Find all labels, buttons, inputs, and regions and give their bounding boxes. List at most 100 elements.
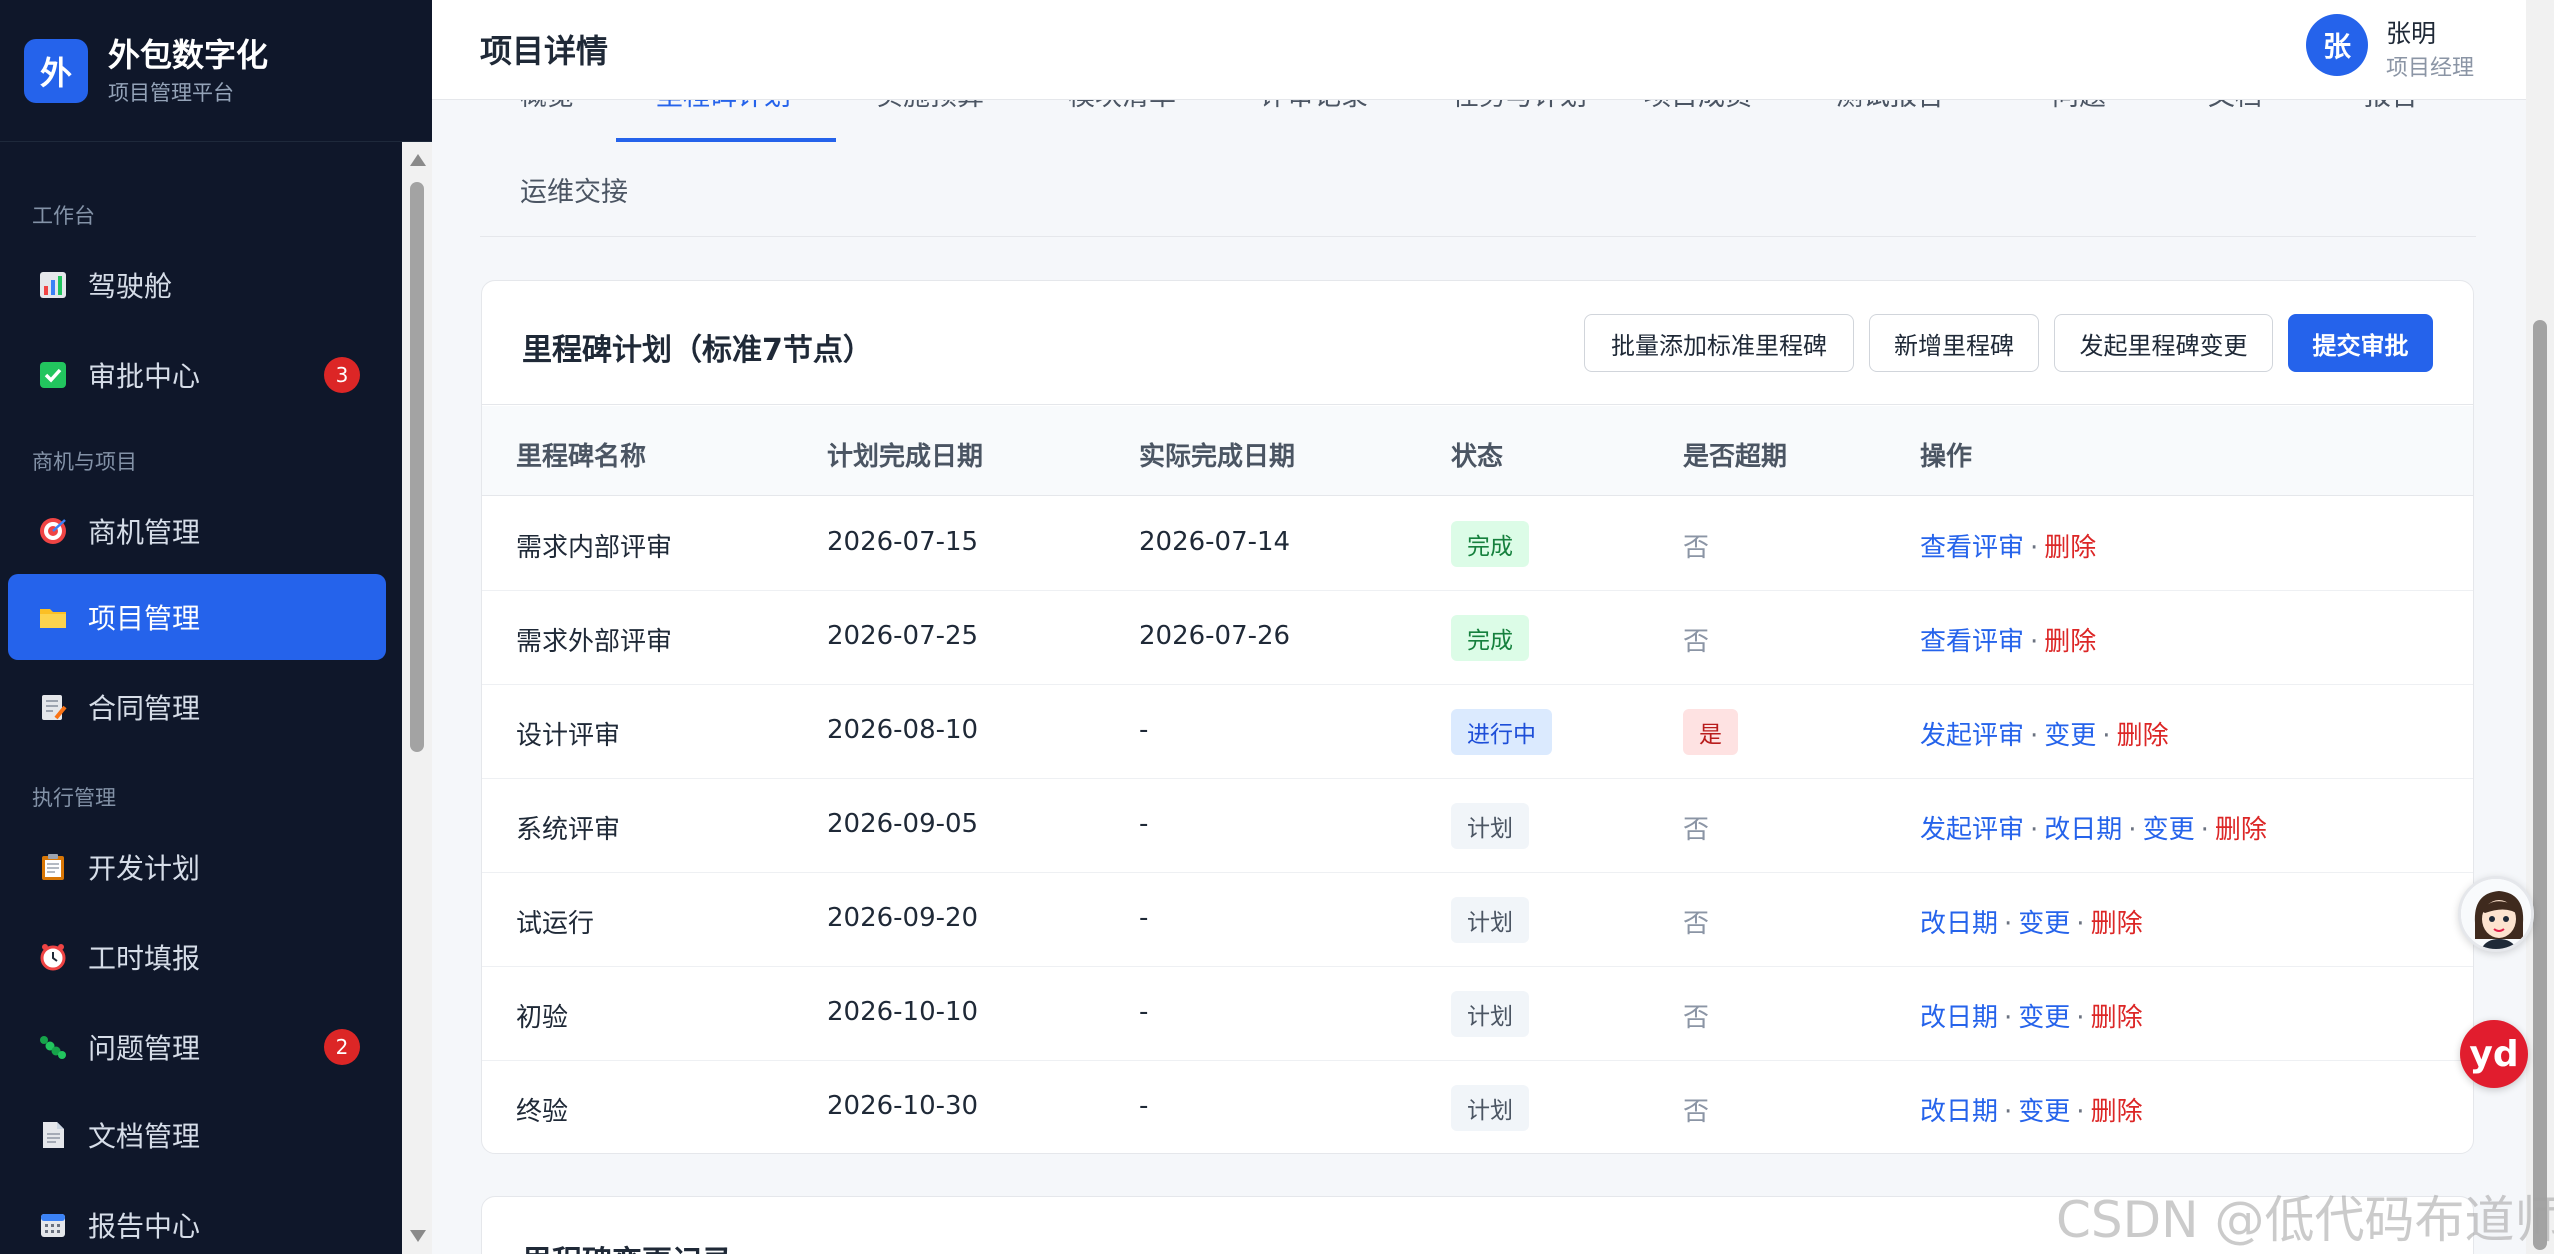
assistant-avatar-icon[interactable]	[2458, 876, 2534, 952]
target-icon	[36, 514, 70, 548]
clipboard-icon	[36, 850, 70, 884]
avatar[interactable]: 张	[2306, 14, 2368, 76]
sidebar-item-dev-plan[interactable]: 开发计划	[8, 824, 386, 910]
milestone-name: 设计评审	[516, 721, 621, 751]
sidebar-item-project[interactable]: 项目管理	[8, 574, 386, 660]
plan-date: 2026-10-10	[827, 997, 979, 1027]
reschedule-link[interactable]: 改日期	[1920, 1097, 1998, 1127]
top-header: 项目详情 张 张明 项目经理	[432, 0, 2526, 100]
column-header: 操作	[1920, 442, 1973, 472]
sidebar-item-label: 商机管理	[88, 516, 201, 549]
change-link[interactable]: 变更	[2143, 815, 2195, 845]
contract-icon	[36, 690, 70, 724]
reschedule-link[interactable]: 改日期	[2044, 815, 2122, 845]
table-row: 试运行 2026-09-20 - 计划 否 改日期 · 变更 · 删除	[482, 873, 2473, 967]
change-link[interactable]: 变更	[2018, 1097, 2070, 1127]
scroll-down-arrow-icon[interactable]	[410, 1230, 426, 1242]
brand-subtitle: 项目管理平台	[108, 80, 234, 105]
sidebar-item-label: 驾驶舱	[88, 270, 173, 303]
sidebar-nav: 工作台 驾驶舱 审批中心 3 商机与项目 商机管理 项目管理 合同管理 执行管理…	[0, 142, 402, 1254]
yd-widget-button[interactable]: yd	[2460, 1020, 2528, 1088]
sidebar-scroll-thumb[interactable]	[410, 182, 424, 752]
sidebar-item-approval[interactable]: 审批中心 3	[8, 332, 386, 418]
change-log-title: 里程碑变更记录	[522, 1237, 732, 1254]
sidebar-item-contract[interactable]: 合同管理	[8, 664, 386, 750]
main-scroll-thumb[interactable]	[2533, 320, 2547, 1250]
table-row: 终验 2026-10-30 - 计划 否 改日期 · 变更 · 删除	[482, 1061, 2473, 1153]
start-review-link[interactable]: 发起评审	[1920, 721, 2024, 751]
tab-ops-handover[interactable]: 运维交接	[520, 170, 628, 209]
sidebar-item-label: 开发计划	[88, 852, 201, 885]
milestone-name: 系统评审	[516, 815, 621, 845]
column-header: 实际完成日期	[1139, 442, 1296, 472]
status-badge: 计划	[1451, 1085, 1529, 1131]
batch-add-milestones-button[interactable]: 批量添加标准里程碑	[1584, 314, 1854, 372]
change-link[interactable]: 变更	[2018, 1003, 2070, 1033]
sidebar-item-docs[interactable]: 文档管理	[8, 1092, 386, 1178]
sidebar-item-label: 工时填报	[88, 942, 201, 975]
watermark: CSDN @低代码布道师	[2056, 1191, 2554, 1249]
row-actions: 发起评审 · 改日期 · 变更 · 删除	[1920, 815, 2267, 845]
delete-link[interactable]: 删除	[2091, 1003, 2143, 1033]
sidebar-item-reports[interactable]: 报告中心	[8, 1182, 386, 1254]
overdue-flag: 否	[1683, 1003, 1710, 1033]
table-row: 设计评审 2026-08-10 - 进行中 是 发起评审 · 变更 · 删除	[482, 685, 2473, 779]
column-header: 是否超期	[1683, 442, 1788, 472]
main-scrollbar[interactable]	[2526, 0, 2554, 1254]
table-row: 需求外部评审 2026-07-25 2026-07-26 完成 否 查看评审 · 删…	[482, 591, 2473, 685]
status-badge: 完成	[1451, 615, 1529, 661]
sidebar-scrollbar[interactable]	[402, 142, 432, 1254]
plan-date: 2026-07-15	[827, 527, 979, 557]
submit-approval-button[interactable]: 提交审批	[2288, 314, 2433, 372]
milestone-card-title: 里程碑计划（标准7节点）	[522, 333, 873, 368]
overdue-flag: 否	[1683, 815, 1710, 845]
approval-count-badge: 3	[324, 357, 360, 393]
milestone-change-button[interactable]: 发起里程碑变更	[2054, 314, 2273, 372]
plan-date: 2026-09-05	[827, 809, 979, 839]
table-header: 里程碑名称 计划完成日期 实际完成日期 状态 是否超期 操作	[482, 406, 2473, 496]
delete-link[interactable]: 删除	[2215, 815, 2267, 845]
delete-link[interactable]: 删除	[2091, 909, 2143, 939]
view-review-link[interactable]: 查看评审	[1920, 627, 2024, 657]
issues-count-badge: 2	[324, 1029, 360, 1065]
row-actions: 改日期 · 变更 · 删除	[1920, 1003, 2143, 1033]
milestone-name: 终验	[516, 1097, 569, 1127]
reschedule-link[interactable]: 改日期	[1920, 1003, 1998, 1033]
active-tab-indicator	[616, 138, 836, 142]
plan-date: 2026-07-25	[827, 621, 979, 651]
clock-icon	[36, 940, 70, 974]
sidebar-item-timesheet[interactable]: 工时填报	[8, 914, 386, 1000]
status-badge: 计划	[1451, 803, 1529, 849]
column-header: 里程碑名称	[516, 442, 647, 472]
table-row: 初验 2026-10-10 - 计划 否 改日期 · 变更 · 删除	[482, 967, 2473, 1061]
sidebar-item-label: 报告中心	[88, 1210, 201, 1243]
sidebar-item-issues[interactable]: 问题管理 2	[8, 1004, 386, 1090]
change-link[interactable]: 变更	[2044, 721, 2096, 751]
document-icon	[36, 1118, 70, 1152]
change-link[interactable]: 变更	[2018, 909, 2070, 939]
milestone-name: 需求内部评审	[516, 533, 673, 563]
overdue-flag: 否	[1683, 909, 1710, 939]
status-badge: 进行中	[1451, 709, 1552, 755]
delete-link[interactable]: 删除	[2117, 721, 2169, 751]
milestone-name: 需求外部评审	[516, 627, 673, 657]
actual-date: -	[1139, 997, 1149, 1027]
status-badge: 计划	[1451, 897, 1529, 943]
start-review-link[interactable]: 发起评审	[1920, 815, 2024, 845]
row-actions: 查看评审 · 删除	[1920, 627, 2097, 657]
add-milestone-button[interactable]: 新增里程碑	[1869, 314, 2039, 372]
sidebar: 外 外包数字化 项目管理平台 工作台 驾驶舱 审批中心 3 商机与项目 商机管理	[0, 0, 432, 1254]
nav-section-opportunity: 商机与项目	[32, 450, 137, 474]
sidebar-item-opportunity[interactable]: 商机管理	[8, 488, 386, 574]
delete-link[interactable]: 删除	[2091, 1097, 2143, 1127]
reschedule-link[interactable]: 改日期	[1920, 909, 1998, 939]
brand-logo: 外	[24, 38, 88, 103]
scroll-up-arrow-icon[interactable]	[410, 154, 426, 166]
delete-link[interactable]: 删除	[2044, 533, 2096, 563]
sidebar-item-cockpit[interactable]: 驾驶舱	[8, 242, 386, 328]
delete-link[interactable]: 删除	[2044, 627, 2096, 657]
row-actions: 查看评审 · 删除	[1920, 533, 2097, 563]
table-row: 需求内部评审 2026-07-15 2026-07-14 完成 否 查看评审 · 删…	[482, 497, 2473, 591]
milestone-name: 初验	[516, 1003, 569, 1033]
view-review-link[interactable]: 查看评审	[1920, 533, 2024, 563]
